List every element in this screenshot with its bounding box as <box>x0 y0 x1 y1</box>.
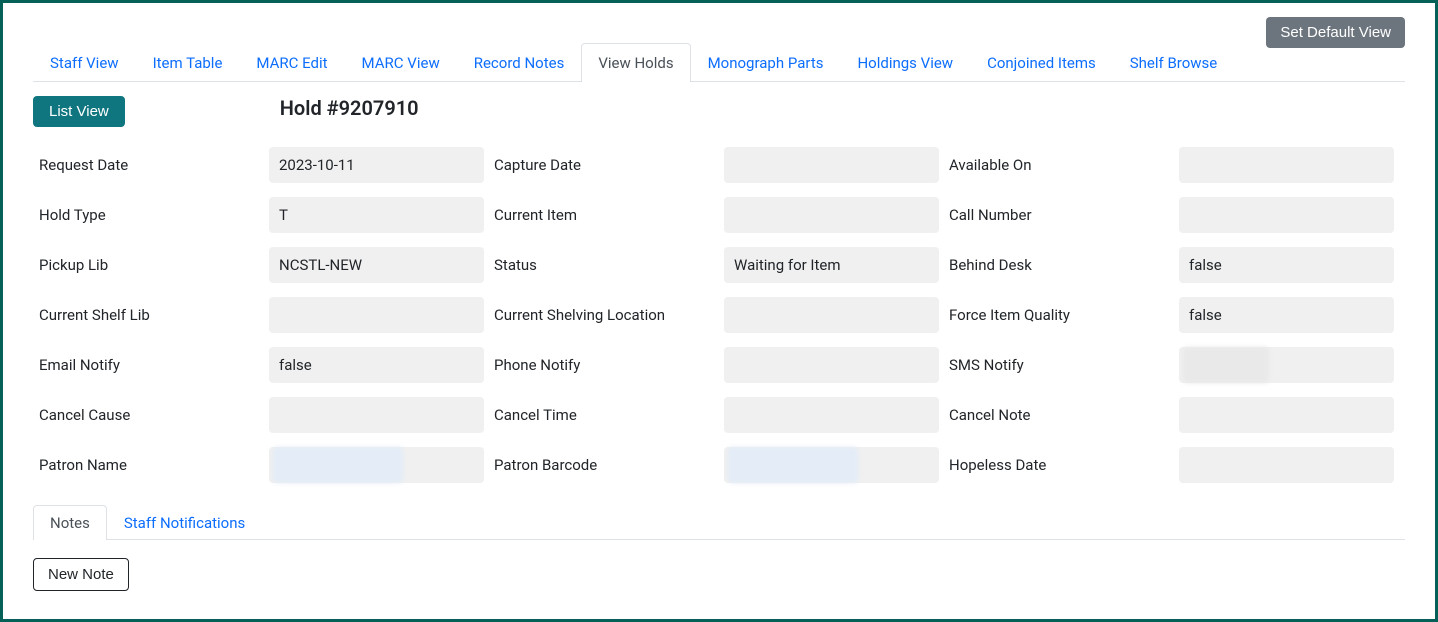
field-value <box>1179 197 1394 233</box>
redacted-value: xxxx <box>1183 347 1269 383</box>
field-label: Hopeless Date <box>949 456 1169 474</box>
field-value <box>1179 397 1394 433</box>
field-label: Current Shelving Location <box>494 306 714 324</box>
redacted-value: xxxx <box>728 447 858 483</box>
sub-tab-staff-notifications[interactable]: Staff Notifications <box>107 505 262 540</box>
field-label: Patron Barcode <box>494 456 714 474</box>
tab-marc-view[interactable]: MARC View <box>345 43 457 82</box>
field-value: xxxx <box>724 447 939 483</box>
field-label: Cancel Time <box>494 406 714 424</box>
list-view-button[interactable]: List View <box>33 96 125 127</box>
tab-conjoined-items[interactable]: Conjoined Items <box>970 43 1113 82</box>
field-label: Phone Notify <box>494 356 714 374</box>
field-label: Capture Date <box>494 156 714 174</box>
hold-title: Hold #9207910 <box>280 96 419 120</box>
top-row: List View Hold #9207910 <box>33 96 1405 127</box>
tab-marc-edit[interactable]: MARC Edit <box>239 43 344 82</box>
field-value: false <box>1179 297 1394 333</box>
field-value <box>724 297 939 333</box>
app-frame: Set Default View Staff ViewItem TableMAR… <box>0 0 1438 622</box>
field-value: xxxx <box>269 447 484 483</box>
field-label: Hold Type <box>39 206 259 224</box>
notes-panel: New Note <box>33 540 1405 591</box>
field-label: Available On <box>949 156 1169 174</box>
tab-staff-view[interactable]: Staff View <box>33 43 136 82</box>
tab-item-table[interactable]: Item Table <box>136 43 240 82</box>
content-area: List View Hold #9207910 Request Date 2023… <box>33 82 1405 591</box>
field-label: Call Number <box>949 206 1169 224</box>
field-label: Status <box>494 256 714 274</box>
main-tabs: Staff ViewItem TableMARC EditMARC ViewRe… <box>33 43 1405 82</box>
sub-tab-notes[interactable]: Notes <box>33 505 107 540</box>
tab-view-holds[interactable]: View Holds <box>581 43 690 82</box>
field-label: Patron Name <box>39 456 259 474</box>
field-label: Email Notify <box>39 356 259 374</box>
field-value <box>1179 147 1394 183</box>
field-value <box>724 197 939 233</box>
tab-monograph-parts[interactable]: Monograph Parts <box>691 43 841 82</box>
field-value: Waiting for Item <box>724 247 939 283</box>
field-value: false <box>1179 247 1394 283</box>
tab-shelf-browse[interactable]: Shelf Browse <box>1113 43 1235 82</box>
field-value: 2023-10-11 <box>269 147 484 183</box>
field-label: Force Item Quality <box>949 306 1169 324</box>
field-value: false <box>269 347 484 383</box>
field-value: NCSTL-NEW <box>269 247 484 283</box>
field-value <box>269 297 484 333</box>
field-label: Current Item <box>494 206 714 224</box>
field-value <box>724 347 939 383</box>
field-value <box>1179 447 1394 483</box>
field-label: Behind Desk <box>949 256 1169 274</box>
sub-tabs: NotesStaff Notifications <box>33 505 1405 540</box>
field-value: xxxx <box>1179 347 1394 383</box>
field-label: Current Shelf Lib <box>39 306 259 324</box>
tab-holdings-view[interactable]: Holdings View <box>840 43 970 82</box>
field-label: Cancel Note <box>949 406 1169 424</box>
redacted-value: xxxx <box>273 447 403 483</box>
field-value <box>724 147 939 183</box>
field-value <box>724 397 939 433</box>
tab-record-notes[interactable]: Record Notes <box>457 43 582 82</box>
field-label: Pickup Lib <box>39 256 259 274</box>
field-label: SMS Notify <box>949 356 1169 374</box>
field-value <box>269 397 484 433</box>
set-default-view-button[interactable]: Set Default View <box>1266 17 1405 48</box>
fields-grid: Request Date 2023-10-11 Capture Date Availa… <box>39 147 1405 483</box>
new-note-button[interactable]: New Note <box>33 558 129 591</box>
field-label: Cancel Cause <box>39 406 259 424</box>
field-label: Request Date <box>39 156 259 174</box>
field-value: T <box>269 197 484 233</box>
